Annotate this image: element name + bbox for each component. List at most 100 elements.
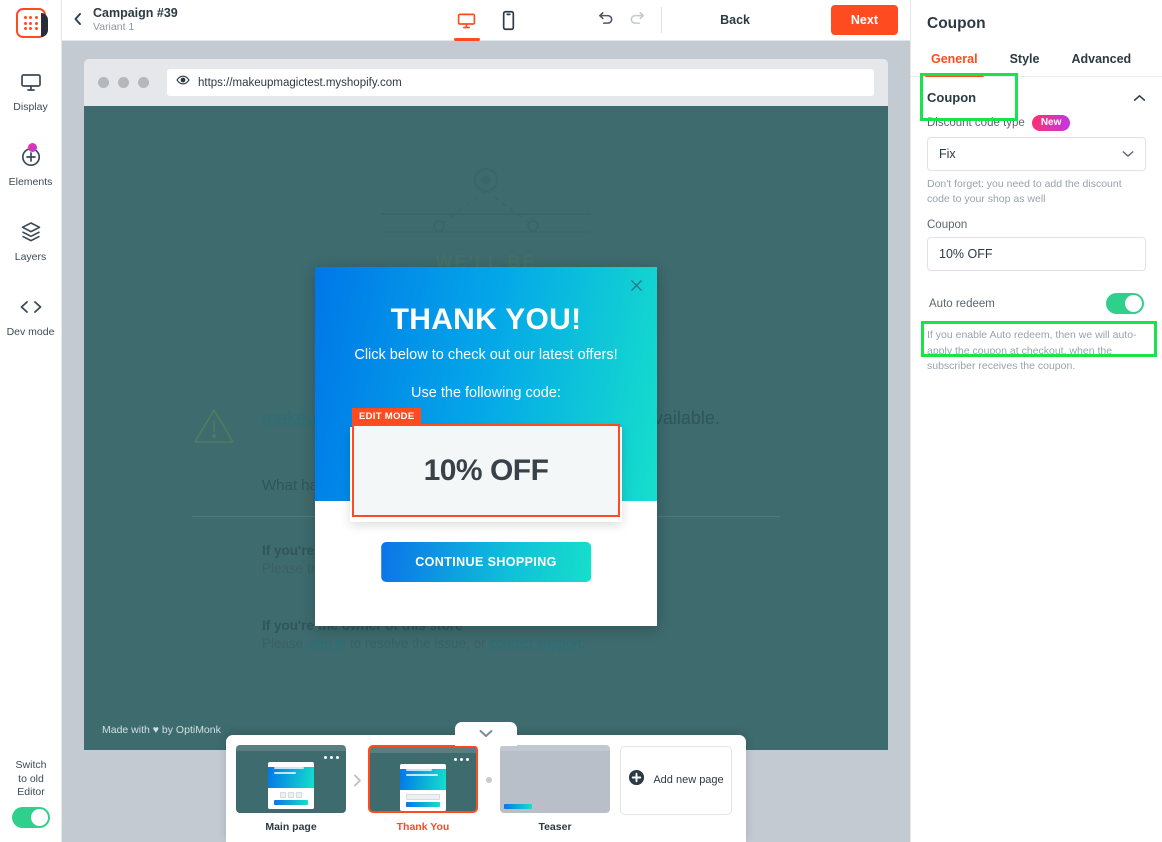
add-new-page-button[interactable]: Add new page	[620, 745, 732, 815]
coupon-value-text: 10% OFF	[423, 453, 549, 487]
shopify-error-page: WE'LL BE Back makeupmag	[84, 106, 888, 750]
warning-triangle-icon	[192, 406, 236, 451]
undo-arrow-icon[interactable]	[598, 10, 615, 30]
thumb-mini-popup	[400, 763, 446, 811]
discount-code-type-field: Discount code type New Fix Don't forget:…	[911, 115, 1162, 207]
chevron-up-icon[interactable]	[1133, 90, 1146, 105]
discount-code-type-value: Fix	[939, 147, 956, 161]
auto-redeem-hint-wrap: If you enable Auto redeem, then we will …	[911, 328, 1162, 374]
code-brackets-icon	[18, 293, 44, 321]
popup-heading: THANK YOU!	[390, 303, 582, 336]
back-button[interactable]: Back	[720, 13, 750, 27]
switch-label-line3: Editor	[17, 786, 45, 799]
sidebar-item-elements[interactable]: Elements	[0, 143, 62, 188]
continue-shopping-button[interactable]: CONTINUE SHOPPING	[381, 542, 591, 582]
coupon-element-selected[interactable]: EDIT MODE 10% OFF	[352, 408, 620, 517]
owner-suffix: .	[581, 636, 586, 651]
coupon-section-header[interactable]: Coupon	[911, 77, 1162, 115]
new-badge-dot	[27, 143, 37, 153]
display-monitor-icon	[19, 68, 43, 96]
page-thumb-main[interactable]: Main page	[236, 744, 346, 833]
coupon-field: Coupon 10% OFF	[911, 219, 1162, 272]
page-thumb-teaser[interactable]: Teaser	[500, 744, 610, 833]
owner-text: Please sign in to resolve the issue, or …	[262, 636, 585, 651]
plus-circle-icon	[19, 143, 43, 171]
storefront-icon	[192, 618, 236, 667]
logo-dot-grid	[23, 16, 38, 30]
popup-subheading: Click below to check out our latest offe…	[354, 347, 618, 363]
auto-redeem-row[interactable]: Auto redeem	[927, 288, 1146, 319]
coupon-input-value: 10% OFF	[939, 247, 993, 262]
new-badge: New	[1031, 115, 1071, 131]
discount-code-type-hint: Don't forget: you need to add the discou…	[927, 178, 1122, 206]
tray-separator-dot	[478, 777, 500, 783]
redo-arrow-icon[interactable]	[628, 10, 645, 30]
thumb-card	[500, 744, 610, 813]
coupon-input[interactable]: 10% OFF	[927, 237, 1146, 272]
right-settings-panel: Coupon General Style Advanced Coupon Dis…	[910, 0, 1162, 842]
switch-label-line1: Switch	[15, 759, 47, 772]
sidebar-item-label: Display	[13, 101, 48, 113]
add-new-page-label: Add new page	[653, 774, 724, 786]
chevron-right-icon	[346, 774, 368, 787]
thumb-label: Thank You	[396, 820, 450, 833]
sidebar-item-display[interactable]: Display	[0, 68, 62, 113]
thumb-kebab-icon[interactable]	[453, 757, 469, 761]
mini-body	[268, 787, 314, 809]
discount-code-type-label-row: Discount code type New	[927, 115, 1146, 131]
plus-circle-icon	[628, 769, 645, 791]
tab-general[interactable]: General	[921, 44, 988, 77]
tab-advanced[interactable]: Advanced	[1061, 44, 1141, 76]
sidebar-item-label: Elements	[8, 176, 53, 189]
campaign-info: Campaign #39 Variant 1	[93, 5, 178, 33]
thumb-topstrip	[370, 746, 476, 753]
discount-code-type-select[interactable]: Fix	[927, 137, 1146, 171]
sidebar-item-layers[interactable]: Layers	[0, 218, 62, 263]
panel-title: Coupon	[927, 15, 986, 32]
campaign-name: Campaign #39	[93, 5, 178, 20]
mobile-phone-icon[interactable]	[501, 0, 516, 41]
thumb-label: Teaser	[538, 820, 572, 833]
auto-redeem-hint: If you enable Auto redeem, then we will …	[927, 329, 1137, 372]
mini-header	[268, 766, 314, 788]
thumb-mini-popup	[268, 761, 314, 809]
switch-old-editor[interactable]: Switch to old Editor	[0, 759, 62, 828]
tray-collapse-handle[interactable]	[455, 722, 517, 746]
preview-stage: https://makeupmagictest.myshopify.com WE…	[62, 41, 910, 842]
thumb-card	[236, 744, 346, 813]
thumb-kebab-icon[interactable]	[323, 755, 339, 759]
auto-redeem-toggle[interactable]	[1106, 293, 1144, 315]
page-thumb-thank-you[interactable]: Thank You	[368, 744, 478, 833]
chevron-down-icon	[479, 725, 493, 743]
sign-in-link[interactable]: sign in	[307, 636, 346, 651]
owner-prefix: Please	[262, 636, 308, 651]
desktop-monitor-icon[interactable]	[456, 0, 477, 41]
coupon-label: Coupon	[927, 219, 968, 232]
sidebar-item-dev-mode[interactable]: Dev mode	[0, 293, 62, 338]
optimonk-logo-icon[interactable]	[15, 8, 48, 38]
mini-header	[400, 768, 446, 790]
thumb-topstrip	[236, 744, 346, 751]
field-gap	[911, 207, 1162, 219]
tab-style[interactable]: Style	[1000, 44, 1050, 76]
undo-redo-group	[598, 10, 645, 30]
back-chevron-icon[interactable]	[72, 12, 84, 29]
thumb-card	[368, 744, 478, 813]
left-rail: Display Elements Layers Dev mode Switch …	[0, 0, 62, 842]
device-switcher	[456, 0, 516, 41]
chevron-down-icon	[1122, 147, 1134, 161]
mini-body	[400, 789, 446, 811]
owner-mid: to resolve the issue, or	[346, 636, 490, 651]
toolbar-divider	[661, 7, 662, 33]
url-bar[interactable]: https://makeupmagictest.myshopify.com	[167, 69, 874, 96]
coupon-section-title: Coupon	[927, 90, 977, 105]
switch-label-line2: to old	[18, 772, 44, 785]
auto-redeem-label: Auto redeem	[929, 297, 995, 310]
discount-code-type-label: Discount code type	[927, 117, 1025, 129]
editor-center: Campaign #39 Variant 1 Back Next https:/…	[62, 0, 910, 842]
window-control-dots	[98, 77, 149, 88]
contact-support-link[interactable]: contact support	[489, 636, 581, 651]
old-editor-toggle[interactable]	[12, 807, 50, 828]
next-button[interactable]: Next	[830, 5, 898, 35]
close-x-icon[interactable]	[629, 278, 644, 298]
